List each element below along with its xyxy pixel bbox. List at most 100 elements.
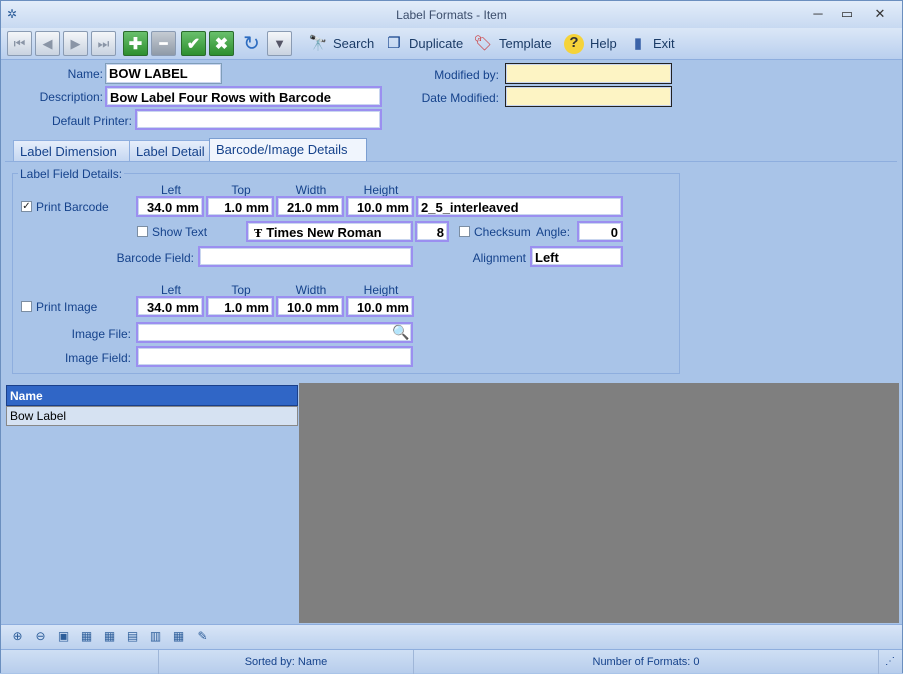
image-width-header: Width	[295, 283, 327, 297]
group-title: Label Field Details:	[18, 167, 125, 181]
barcode-width-field[interactable]: 21.0 mm	[276, 196, 344, 217]
grid-view-2-icon[interactable]: ▦	[78, 629, 95, 646]
grid-view-1-icon[interactable]: ▣	[55, 629, 72, 646]
barcode-type-field[interactable]: 2_5_interleaved	[416, 196, 623, 217]
title-bar: ✲ Label Formats - Item ─ ▭ ✕	[1, 1, 902, 28]
refresh-icon: ↻	[243, 33, 260, 55]
checkmark-icon: ✔	[186, 35, 201, 53]
first-record-button[interactable]: ⏮	[7, 31, 32, 56]
checksum-label: Checksum	[474, 225, 531, 239]
status-count: Number of Formats: 0	[414, 650, 879, 674]
date-modified-label: Date Modified:	[421, 91, 499, 105]
filter-button[interactable]: ▼	[267, 31, 292, 56]
first-icon: ⏮	[13, 35, 26, 51]
status-sorted-by: Sorted by: Name	[159, 650, 414, 674]
image-left-header: Left	[160, 283, 181, 297]
magnifier-icon[interactable]: 🔍	[392, 324, 409, 341]
label-preview-area	[299, 383, 899, 623]
grid-view-5-icon[interactable]: ▥	[147, 629, 164, 646]
toolbar: ⏮ ◀ ▶ ⏭ ✚ ━ ✔ ✖ ↻ ▼ 🔭 Search ❐ Duplicate…	[1, 28, 902, 60]
barcode-height-header: Height	[363, 183, 399, 197]
angle-label: Angle:	[536, 225, 571, 239]
plus-icon: ✚	[128, 35, 143, 53]
barcode-field-input[interactable]	[198, 246, 413, 267]
tab-label-detail[interactable]: Label Detail	[129, 140, 211, 161]
edit-icon[interactable]: ✎	[194, 629, 211, 646]
x-icon: ✖	[214, 35, 229, 53]
grid-view-4-icon[interactable]: ▤	[124, 629, 141, 646]
barcode-height-field[interactable]: 10.0 mm	[346, 196, 414, 217]
grid-view-6-icon[interactable]: ▦	[170, 629, 187, 646]
tab-barcode-image-details[interactable]: Barcode/Image Details	[209, 138, 367, 161]
barcode-top-field[interactable]: 1.0 mm	[206, 196, 274, 217]
name-field[interactable]: BOW LABEL	[105, 63, 222, 84]
duplicate-button[interactable]: Duplicate	[409, 36, 463, 51]
angle-field[interactable]: 0	[577, 221, 623, 242]
resize-grip-icon[interactable]: ⋰	[879, 650, 901, 674]
duplicate-icon: ❐	[387, 35, 401, 52]
close-button[interactable]: ✕	[867, 5, 893, 23]
show-text-label: Show Text	[152, 225, 208, 239]
image-height-field[interactable]: 10.0 mm	[346, 296, 414, 317]
print-barcode-checkbox[interactable]: ✓	[21, 201, 32, 212]
last-icon: ⏭	[97, 35, 110, 51]
grid-header-name[interactable]: Name	[6, 385, 298, 406]
default-printer-label: Default Printer:	[51, 114, 132, 128]
date-modified-field	[505, 86, 672, 107]
image-top-field[interactable]: 1.0 mm	[206, 296, 274, 317]
description-label: Description:	[39, 90, 103, 104]
next-record-button[interactable]: ▶	[63, 31, 88, 56]
barcode-left-header: Left	[160, 183, 181, 197]
exit-button[interactable]: Exit	[653, 36, 675, 51]
exit-door-icon: ▮	[633, 35, 643, 52]
previous-icon: ◀	[42, 35, 53, 51]
image-file-label: Image File:	[71, 327, 131, 341]
print-image-checkbox[interactable]	[21, 301, 32, 312]
filter-icon: ▼	[273, 36, 286, 51]
image-width-field[interactable]: 10.0 mm	[276, 296, 344, 317]
zoom-in-icon[interactable]: ⊕	[9, 629, 26, 646]
delete-button[interactable]: ━	[151, 31, 176, 56]
refresh-button[interactable]: ↻	[239, 31, 264, 56]
image-height-header: Height	[363, 283, 399, 297]
show-text-checkbox[interactable]	[137, 226, 148, 237]
cancel-button[interactable]: ✖	[209, 31, 234, 56]
binoculars-icon: 🔭	[308, 35, 328, 52]
help-icon: ?	[564, 34, 584, 54]
print-image-label: Print Image	[36, 300, 98, 314]
description-field[interactable]: Bow Label Four Rows with Barcode	[105, 86, 382, 107]
application-window: ✲ Label Formats - Item ─ ▭ ✕ ⏮ ◀ ▶ ⏭ ✚ ━…	[0, 0, 903, 674]
print-barcode-label: Print Barcode	[36, 200, 109, 214]
template-button[interactable]: Template	[499, 36, 552, 51]
alignment-field[interactable]: Left	[530, 246, 623, 267]
search-button[interactable]: Search	[333, 36, 374, 51]
image-field-input[interactable]	[136, 346, 413, 367]
maximize-button[interactable]: ▭	[834, 5, 860, 23]
tab-label-dimension[interactable]: Label Dimension	[13, 140, 131, 161]
previous-record-button[interactable]: ◀	[35, 31, 60, 56]
formats-grid: Name Bow Label	[5, 383, 299, 623]
zoom-out-icon[interactable]: ⊖	[32, 629, 49, 646]
add-button[interactable]: ✚	[123, 31, 148, 56]
barcode-field-label: Barcode Field:	[116, 251, 194, 265]
table-row[interactable]: Bow Label	[6, 406, 298, 426]
image-top-header: Top	[231, 283, 251, 297]
tag-icon: 🏷	[473, 35, 493, 52]
barcode-left-field[interactable]: 34.0 mm	[136, 196, 204, 217]
save-button[interactable]: ✔	[181, 31, 206, 56]
grid-view-3-icon[interactable]: ▦	[101, 629, 118, 646]
font-picker[interactable]: Ŧ Times New Roman	[246, 221, 413, 242]
image-left-field[interactable]: 34.0 mm	[136, 296, 204, 317]
alignment-label: Alignment	[472, 251, 526, 265]
image-field-label: Image Field:	[64, 351, 131, 365]
checksum-checkbox[interactable]	[459, 226, 470, 237]
help-button[interactable]: Help	[590, 36, 617, 51]
font-size-field[interactable]: 8	[415, 221, 449, 242]
image-file-field[interactable]	[136, 322, 413, 343]
default-printer-field[interactable]	[135, 109, 382, 130]
minimize-button[interactable]: ─	[805, 5, 831, 23]
window-title: Label Formats - Item	[396, 8, 507, 22]
status-cell-empty	[1, 650, 159, 674]
barcode-top-header: Top	[231, 183, 251, 197]
last-record-button[interactable]: ⏭	[91, 31, 116, 56]
